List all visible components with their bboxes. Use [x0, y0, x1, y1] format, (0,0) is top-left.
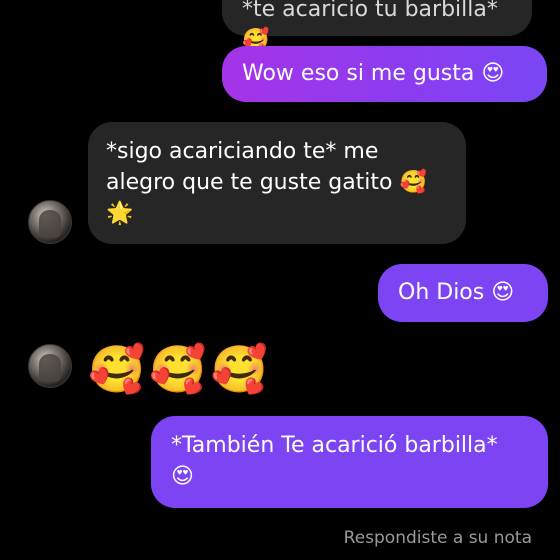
- message-row-incoming: *sigo acariciando te* me alegro que te g…: [28, 122, 466, 244]
- message-bubble-incoming[interactable]: *sigo acariciando te* me alegro que te g…: [88, 122, 466, 244]
- message-bubble-outgoing[interactable]: *te acaricio tu barbilla* 🥰: [222, 0, 532, 53]
- emoji-message[interactable]: 🥰🥰🥰: [88, 344, 272, 394]
- message-bubble-outgoing[interactable]: Wow eso si me gusta 😍: [222, 46, 547, 102]
- message-row-outgoing: *También Te acarició barbilla* 😍: [151, 416, 548, 508]
- message-bubble-outgoing[interactable]: *También Te acarició barbilla* 😍: [151, 416, 548, 508]
- message-row-outgoing: Oh Dios 😍: [378, 264, 548, 322]
- reply-note-label: Respondiste a su nota: [343, 528, 532, 548]
- message-row-outgoing: *te acaricio tu barbilla* 🥰: [222, 0, 532, 53]
- message-bubble-outgoing[interactable]: Oh Dios 😍: [378, 264, 548, 322]
- avatar[interactable]: [28, 200, 72, 244]
- avatar[interactable]: [28, 344, 72, 388]
- message-row-outgoing: Wow eso si me gusta 😍: [222, 46, 547, 102]
- chat-thread: *te acaricio tu barbilla* 🥰 Wow eso si m…: [0, 0, 560, 560]
- message-row-incoming: 🥰🥰🥰: [28, 344, 272, 394]
